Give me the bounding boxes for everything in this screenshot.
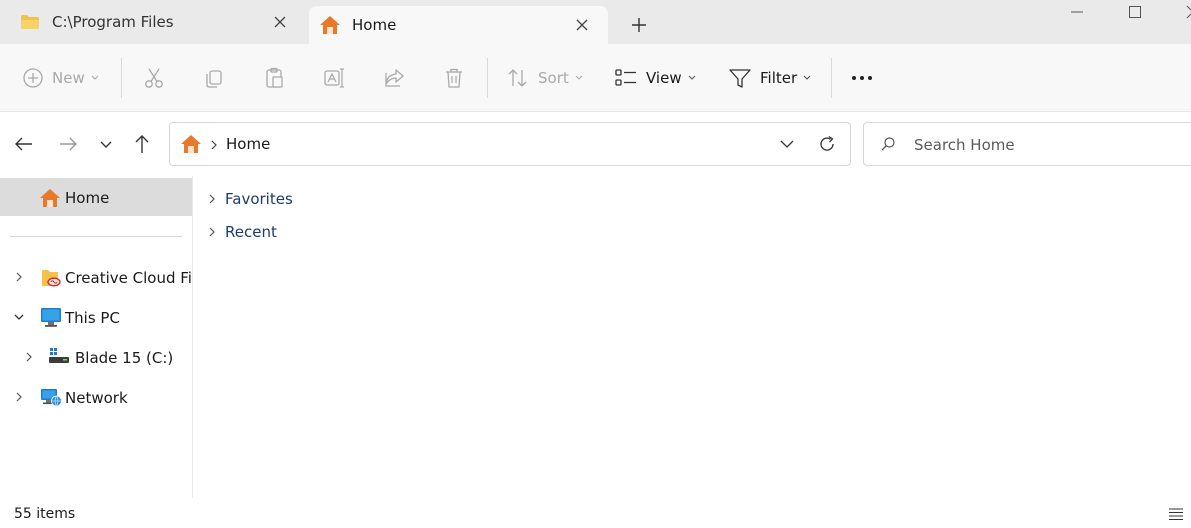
close-icon[interactable] bbox=[574, 17, 590, 33]
tab-home[interactable]: Home bbox=[309, 6, 608, 44]
breadcrumb-home[interactable]: Home bbox=[226, 135, 270, 153]
close-window-icon[interactable] bbox=[1170, 0, 1191, 28]
sidebar-item-creative-cloud-files[interactable]: Creative Cloud Files bbox=[0, 262, 192, 292]
group-label: Recent bbox=[225, 223, 277, 241]
creative-cloud-folder-icon bbox=[42, 270, 61, 287]
drive-icon bbox=[49, 348, 69, 363]
chevron-down-icon bbox=[803, 75, 811, 80]
sidebar-divider bbox=[10, 236, 182, 237]
chevron-down-icon bbox=[575, 75, 583, 80]
address-bar[interactable]: Home bbox=[169, 122, 851, 166]
group-recent[interactable]: Recent bbox=[207, 220, 277, 244]
sort-button[interactable]: Sort bbox=[506, 66, 583, 90]
sidebar-item-label: Home bbox=[65, 189, 110, 207]
chevron-right-icon[interactable] bbox=[210, 139, 218, 151]
more-options-icon[interactable] bbox=[850, 66, 876, 90]
new-label: New bbox=[52, 69, 85, 87]
sidebar-item-home[interactable]: Home bbox=[0, 178, 192, 216]
home-icon bbox=[40, 189, 60, 207]
group-label: Favorites bbox=[225, 190, 293, 208]
minimize-icon[interactable] bbox=[1054, 0, 1100, 28]
toolbar-divider bbox=[831, 58, 832, 98]
add-circle-icon bbox=[23, 68, 43, 88]
tab-label: Home bbox=[352, 16, 397, 34]
toolbar-divider bbox=[121, 58, 122, 98]
filter-icon bbox=[729, 69, 751, 88]
navigation-pane: Home Creative Cloud Files This PC bbox=[0, 176, 193, 498]
item-count: 55 items bbox=[14, 506, 76, 522]
refresh-icon[interactable] bbox=[818, 135, 836, 153]
maximize-icon[interactable] bbox=[1112, 0, 1158, 28]
filter-button[interactable]: Filter bbox=[728, 66, 811, 90]
delete-icon[interactable] bbox=[442, 66, 466, 90]
sidebar-item-blade-15-c[interactable]: Blade 15 (C:) bbox=[0, 342, 192, 372]
sidebar-item-label: Creative Cloud Files bbox=[65, 269, 192, 287]
status-bar: 55 items bbox=[0, 498, 1191, 528]
chevron-right-icon[interactable] bbox=[13, 391, 25, 403]
up-arrow-icon[interactable] bbox=[130, 132, 154, 156]
view-label: View bbox=[646, 69, 682, 87]
chevron-right-icon[interactable] bbox=[207, 226, 217, 238]
recent-locations-chevron-icon[interactable] bbox=[94, 132, 118, 156]
view-list-icon bbox=[615, 69, 636, 86]
sort-label: Sort bbox=[538, 69, 569, 87]
tab-program-files[interactable]: C:\Program Files bbox=[0, 0, 306, 44]
network-icon bbox=[41, 389, 62, 407]
cut-icon[interactable] bbox=[142, 66, 166, 90]
toolbar-divider bbox=[487, 58, 488, 98]
chevron-right-icon[interactable] bbox=[207, 193, 217, 205]
title-bar: C:\Program Files Home bbox=[0, 0, 1191, 44]
details-view-icon[interactable] bbox=[1168, 507, 1184, 521]
chevron-right-icon[interactable] bbox=[23, 351, 35, 363]
paste-icon[interactable] bbox=[262, 66, 286, 90]
search-icon bbox=[881, 137, 895, 151]
folder-icon bbox=[21, 15, 39, 29]
copy-icon[interactable] bbox=[202, 66, 226, 90]
view-button[interactable]: View bbox=[614, 66, 696, 90]
sidebar-item-label: Network bbox=[65, 389, 128, 407]
navigation-row: Home bbox=[0, 112, 1191, 176]
new-tab-icon[interactable] bbox=[627, 13, 651, 37]
sort-icon bbox=[508, 69, 527, 87]
group-favorites[interactable]: Favorites bbox=[207, 187, 293, 211]
sidebar-item-label: This PC bbox=[65, 309, 120, 327]
rename-icon[interactable] bbox=[322, 66, 346, 90]
search-box[interactable] bbox=[863, 122, 1191, 166]
chevron-right-icon[interactable] bbox=[13, 271, 25, 283]
forward-arrow-icon[interactable] bbox=[56, 132, 80, 156]
sidebar-item-label: Blade 15 (C:) bbox=[75, 349, 174, 367]
chevron-down-icon[interactable] bbox=[13, 311, 25, 323]
command-bar: New Sort View Filter bbox=[0, 44, 1191, 112]
new-button[interactable]: New bbox=[22, 66, 99, 90]
share-icon[interactable] bbox=[382, 66, 406, 90]
back-arrow-icon[interactable] bbox=[12, 132, 36, 156]
tab-label: C:\Program Files bbox=[52, 13, 174, 31]
home-icon bbox=[181, 135, 201, 153]
filter-label: Filter bbox=[760, 69, 798, 87]
sidebar-item-this-pc[interactable]: This PC bbox=[0, 302, 192, 332]
computer-icon bbox=[41, 308, 61, 327]
chevron-down-icon bbox=[91, 75, 99, 80]
chevron-down-icon[interactable] bbox=[780, 137, 794, 151]
sidebar-item-network[interactable]: Network bbox=[0, 382, 192, 412]
main-content: Favorites Recent bbox=[193, 176, 1191, 498]
search-input[interactable] bbox=[914, 133, 1174, 157]
home-icon bbox=[320, 16, 340, 34]
chevron-down-icon bbox=[688, 75, 695, 80]
close-icon[interactable] bbox=[272, 14, 288, 30]
